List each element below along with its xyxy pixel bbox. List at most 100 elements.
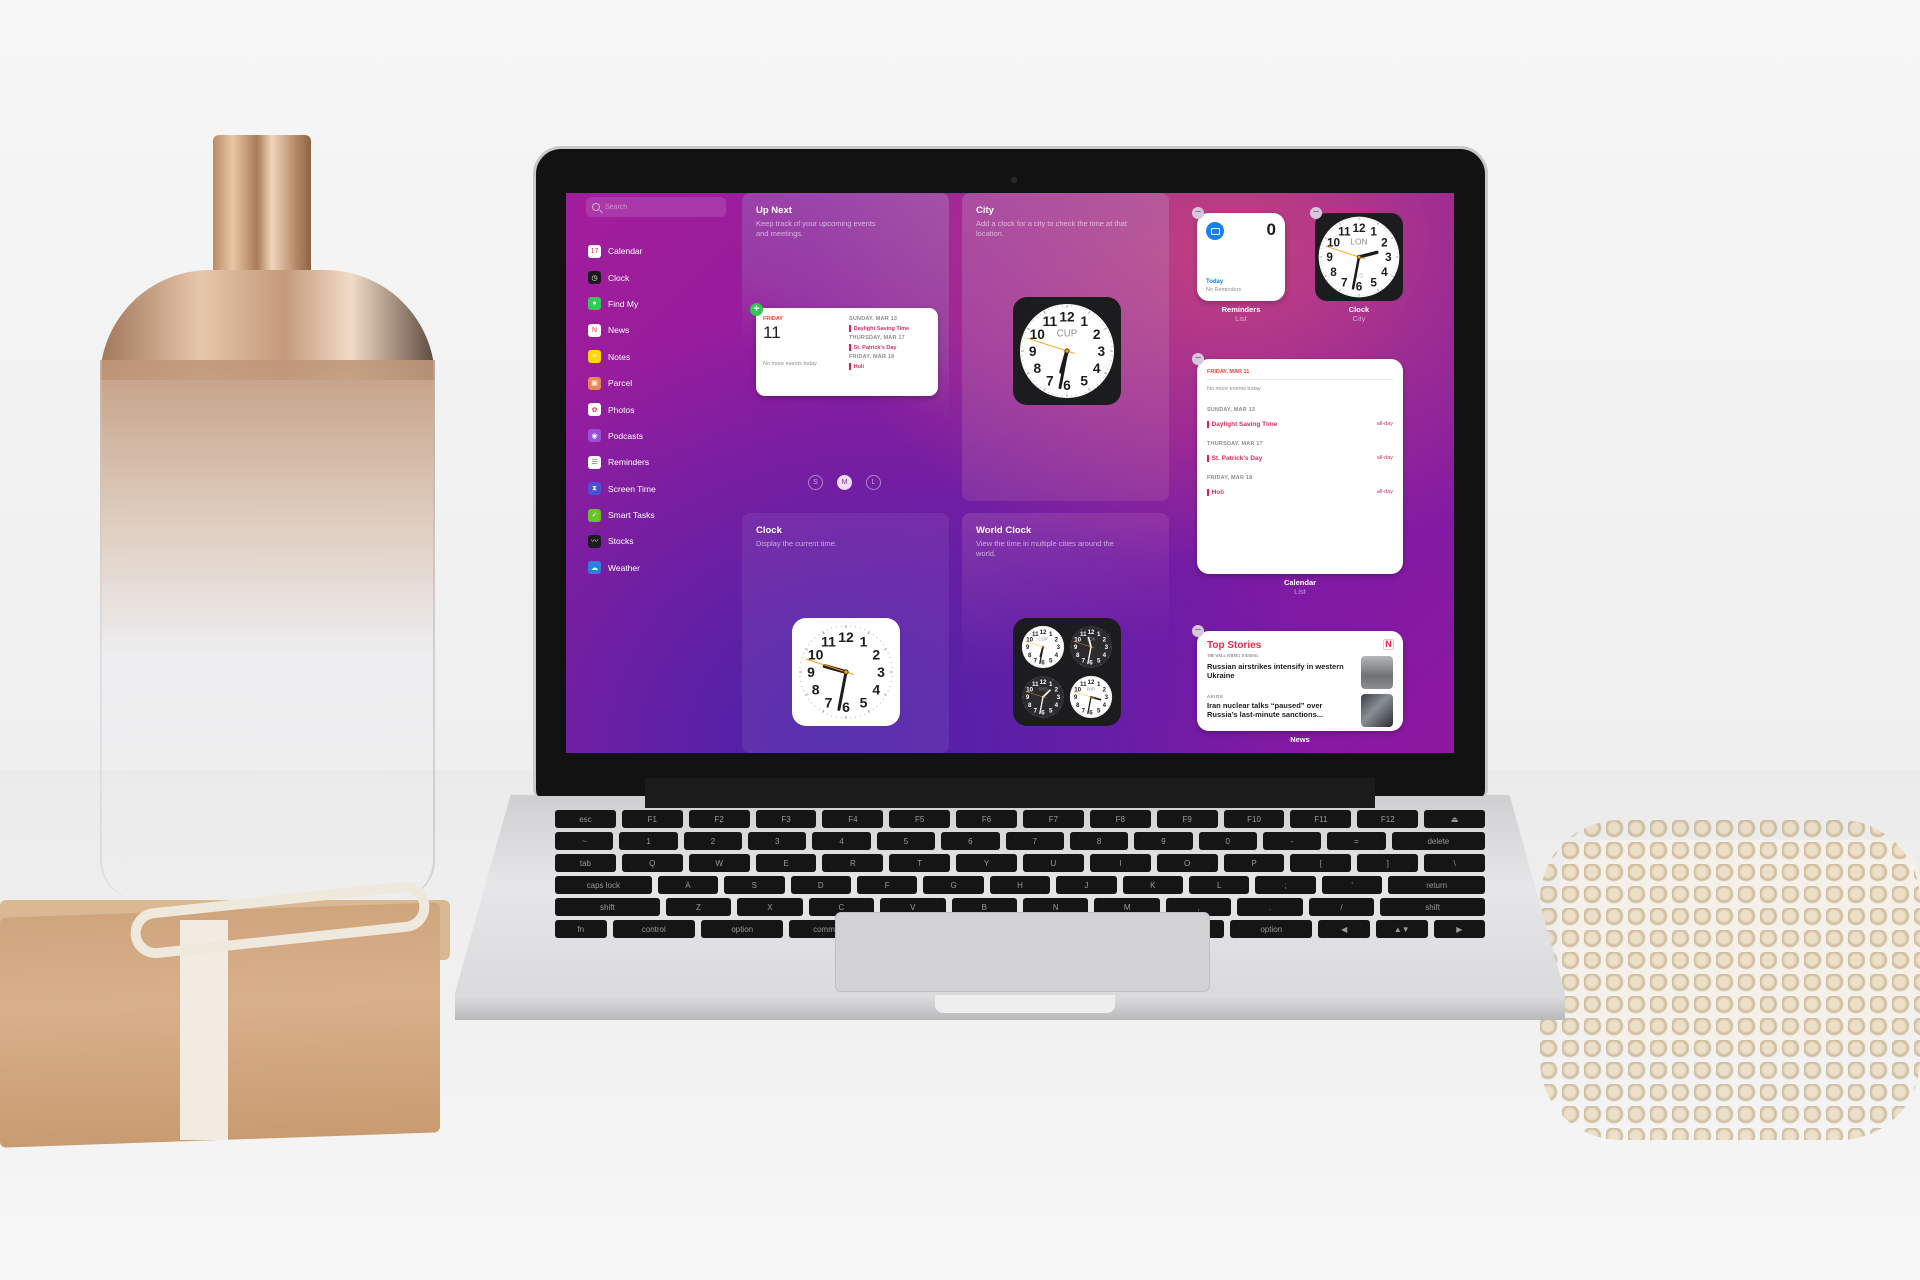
calendar-event-row[interactable]: St. Patrick's Day all-day [1207,455,1393,462]
key[interactable]: ] [1357,854,1419,872]
key[interactable]: Y [956,854,1018,872]
city-clock-widget-preview[interactable]: 1 2 3 4 5 6 7 8 9 10 11 12 CUP [1013,297,1121,405]
key[interactable]: S [724,876,785,894]
remove-widget-icon[interactable]: – [1310,207,1322,219]
key[interactable]: L [1189,876,1250,894]
key[interactable]: 1 [619,832,678,850]
key[interactable]: Q [621,854,683,872]
news-headline[interactable]: Russian airstrikes intensify in western … [1207,662,1347,680]
news-headline[interactable]: Iran nuclear talks “paused” over Russia’… [1207,701,1352,719]
key[interactable]: option [1229,920,1313,938]
add-widget-icon[interactable]: + [750,303,763,316]
key[interactable]: option [700,920,784,938]
key[interactable]: tab [555,854,616,872]
key[interactable]: shift [555,898,660,916]
key[interactable]: . [1237,898,1303,916]
clock-widget-preview[interactable]: 1 2 3 4 5 6 7 8 9 10 11 12 [792,618,900,726]
key[interactable]: \ [1424,854,1486,872]
calendar-list-widget[interactable]: FRIDAY, MAR 11 No more events today SUND… [1197,359,1403,574]
search-input[interactable] [605,203,715,211]
sidebar-item-smart-tasks[interactable]: ✓ Smart Tasks [588,502,656,528]
key[interactable]: F4 [822,810,884,828]
sidebar-item-parcel[interactable]: ▣ Parcel [588,370,656,396]
key[interactable]: F5 [889,810,951,828]
calendar-event-row[interactable]: Daylight Saving Time all-day [1207,421,1393,428]
up-next-widget-preview[interactable]: FRIDAY 11 No more events today SUNDAY, M… [756,308,938,396]
key[interactable]: ⏏ [1424,810,1486,828]
key[interactable]: esc [555,810,616,828]
news-widget[interactable]: Top Stories N THE WALL STREET JOURNAL Ru… [1197,631,1403,731]
key[interactable]: F12 [1357,810,1419,828]
calendar-event-row[interactable]: Holi all-day [1207,489,1393,496]
sidebar-item-stocks[interactable]: 〰 Stocks [588,528,656,554]
key[interactable]: F [856,876,918,894]
key[interactable]: control [612,920,695,938]
key[interactable]: ' [1321,876,1383,894]
key[interactable]: F2 [688,810,750,828]
key[interactable]: 2 [683,832,743,850]
key[interactable]: delete [1391,832,1486,850]
key[interactable]: 8 [1069,832,1129,850]
sidebar-item-weather[interactable]: ☁ Weather [588,555,656,581]
key[interactable]: return [1388,876,1485,894]
key[interactable]: D [790,876,851,894]
sidebar-item-clock[interactable]: ◷ Clock [588,264,656,290]
key[interactable]: ▲▼ [1375,920,1428,938]
sidebar-item-screen-time[interactable]: ⧗ Screen Time [588,476,656,502]
key[interactable]: R [822,854,884,872]
key[interactable]: ◀ [1318,920,1370,938]
key[interactable]: F1 [621,810,683,828]
sidebar-item-news[interactable]: N News [588,317,656,343]
key[interactable]: O [1156,854,1218,872]
sidebar-item-podcasts[interactable]: ◉ Podcasts [588,423,656,449]
key[interactable]: G [923,876,984,894]
sidebar-item-photos[interactable]: ✿ Photos [588,396,656,422]
key[interactable]: Z [665,898,732,916]
key[interactable]: fn [555,920,607,938]
trackpad[interactable] [835,912,1210,992]
key[interactable]: = [1327,832,1386,850]
clock-city-widget[interactable]: 1 2 3 4 5 6 7 8 9 10 11 12 LON +5 [1315,213,1403,301]
key[interactable]: F10 [1223,810,1285,828]
key[interactable]: I [1089,854,1151,872]
key[interactable]: ~ [555,832,614,850]
key[interactable]: F7 [1023,810,1084,828]
sidebar-item-calendar[interactable]: 17 Calendar [588,238,656,264]
key[interactable]: P [1223,854,1285,872]
key[interactable]: / [1308,898,1375,916]
gallery-clock[interactable]: Clock Display the current time. 12345678… [742,513,949,753]
key[interactable]: H [989,876,1051,894]
key[interactable]: ▶ [1433,920,1486,938]
key[interactable]: shift [1380,898,1485,916]
key[interactable]: F11 [1290,810,1352,828]
key[interactable]: 3 [748,832,807,850]
size-medium-button[interactable]: M [837,475,852,490]
key[interactable]: 4 [812,832,871,850]
size-small-button[interactable]: S [808,475,823,490]
key[interactable]: K [1122,876,1184,894]
reminders-widget[interactable]: 0 Today No Reminders [1197,213,1285,301]
key[interactable]: ; [1255,876,1316,894]
key[interactable]: [ [1290,854,1352,872]
remove-widget-icon[interactable]: – [1192,353,1204,365]
gallery-up-next[interactable]: Up Next Keep track of your upcoming even… [742,193,949,501]
key[interactable]: A [657,876,719,894]
key[interactable]: U [1023,854,1084,872]
world-clock-widget-preview[interactable]: 1 2 3 4 5 6 7 8 9 10 11 12 CUP 1 2 3 4 5 6 7 8 9 10 11 12 TOK 12… [1013,618,1121,726]
key[interactable]: X [737,898,803,916]
key[interactable]: - [1262,832,1322,850]
key[interactable]: F6 [956,810,1018,828]
key[interactable]: F8 [1089,810,1151,828]
remove-widget-icon[interactable]: – [1192,207,1204,219]
key[interactable]: W [688,854,750,872]
key[interactable]: J [1056,876,1117,894]
key[interactable]: 7 [1005,832,1064,850]
sidebar-item-notes[interactable]: ≡ Notes [588,344,656,370]
key[interactable]: E [755,854,817,872]
key[interactable]: T [889,854,951,872]
key[interactable]: F9 [1156,810,1218,828]
remove-widget-icon[interactable]: – [1192,625,1204,637]
search-field[interactable] [586,197,726,217]
key[interactable]: 5 [876,832,936,850]
key[interactable]: caps lock [555,876,652,894]
